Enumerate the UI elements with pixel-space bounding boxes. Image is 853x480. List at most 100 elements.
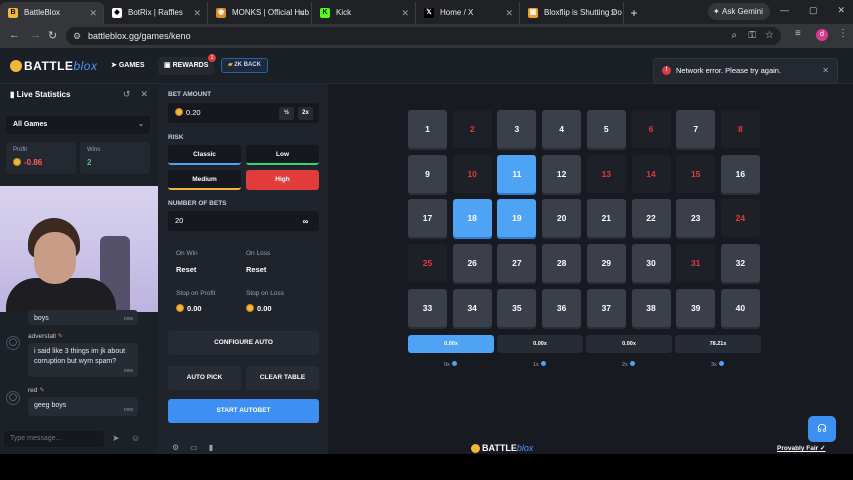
- tab-close-icon[interactable]: ✕: [505, 2, 513, 24]
- on-win-value[interactable]: Reset: [176, 265, 196, 274]
- keno-tile[interactable]: 20: [542, 199, 582, 238]
- keno-tile[interactable]: 21: [586, 199, 626, 238]
- keno-tile[interactable]: 24: [720, 199, 760, 238]
- keno-tile[interactable]: 27: [497, 244, 537, 283]
- keno-tile[interactable]: 16: [720, 154, 760, 193]
- keno-tile[interactable]: 37: [586, 288, 626, 327]
- stop-on-loss-value[interactable]: 0.00: [246, 304, 272, 313]
- auto-pick-button[interactable]: AUTO PICK: [168, 366, 241, 390]
- keno-tile[interactable]: 38: [631, 288, 671, 327]
- ask-gemini-button[interactable]: ✦ Ask Gemini: [708, 3, 770, 20]
- send-icon[interactable]: ➤: [112, 433, 120, 444]
- profile-avatar[interactable]: d: [816, 29, 828, 41]
- browser-tab[interactable]: ▣ Bloxflip is Shutting Do ✕: [520, 2, 624, 24]
- keno-tile[interactable]: 12: [542, 154, 582, 193]
- keno-tile[interactable]: 40: [720, 288, 760, 327]
- games-nav-button[interactable]: ➤ GAMES: [105, 57, 151, 75]
- rakeback-button[interactable]: ▰ 2K BACK: [221, 58, 268, 73]
- close-window-icon[interactable]: ✕: [837, 5, 845, 16]
- keno-tile[interactable]: 2: [452, 110, 492, 148]
- keno-tile[interactable]: 29: [586, 244, 626, 283]
- keno-tile[interactable]: 32: [720, 244, 760, 283]
- keno-tile[interactable]: 36: [542, 288, 582, 327]
- risk-high-button[interactable]: High: [246, 170, 319, 190]
- start-autobet-button[interactable]: START AUTOBET: [168, 399, 319, 423]
- chat-avatar[interactable]: ◯: [6, 336, 20, 350]
- keno-tile[interactable]: 33: [408, 288, 447, 327]
- keno-tile[interactable]: 13: [586, 154, 626, 193]
- reset-stats-icon[interactable]: ↺: [123, 89, 131, 100]
- tab-close-icon[interactable]: ✕: [609, 2, 617, 24]
- bookmark-star-icon[interactable]: ☆: [765, 27, 774, 45]
- key-icon[interactable]: ⚿: [748, 27, 756, 45]
- chat-avatar[interactable]: ◯: [6, 391, 20, 405]
- stop-on-profit-value[interactable]: 0.00: [176, 304, 202, 313]
- keno-tile[interactable]: 30: [631, 244, 671, 283]
- keno-tile[interactable]: 5: [586, 110, 626, 148]
- keno-tile[interactable]: 14: [631, 154, 671, 193]
- keno-tile[interactable]: 35: [497, 288, 537, 327]
- keno-tile[interactable]: 25: [408, 244, 447, 283]
- keno-tile[interactable]: 39: [676, 288, 716, 327]
- half-bet-button[interactable]: ½: [279, 107, 294, 120]
- browser-tab[interactable]: 𝕏 Home / X ✕: [416, 2, 520, 24]
- minimize-icon[interactable]: —: [780, 5, 789, 16]
- configure-auto-button[interactable]: CONFIGURE AUTO: [168, 331, 319, 355]
- chat-username[interactable]: adverstall ✎: [28, 332, 63, 340]
- zoom-icon[interactable]: ⌕: [731, 27, 737, 45]
- keno-tile[interactable]: 18: [452, 199, 492, 238]
- keno-tile[interactable]: 9: [408, 154, 447, 193]
- browser-tab[interactable]: ◆ BotRix | Raffles ✕: [104, 2, 208, 24]
- on-loss-value[interactable]: Reset: [246, 265, 266, 274]
- keno-tile[interactable]: 17: [408, 199, 447, 238]
- keno-tile[interactable]: 19: [497, 199, 537, 238]
- toast-close-icon[interactable]: ✕: [822, 59, 829, 83]
- reload-icon[interactable]: ↻: [48, 29, 57, 42]
- risk-low-button[interactable]: Low: [246, 145, 319, 165]
- keno-tile[interactable]: 1: [408, 110, 447, 148]
- keno-tile[interactable]: 23: [676, 199, 716, 238]
- keno-tile[interactable]: 28: [542, 244, 582, 283]
- browser-tab[interactable]: B BattleBlox ✕: [0, 2, 104, 24]
- new-tab-button[interactable]: +: [624, 2, 644, 24]
- site-logo[interactable]: BATTLEblox: [10, 59, 97, 73]
- number-of-bets-input[interactable]: 20 ∞: [168, 211, 319, 231]
- bet-amount-input[interactable]: 0.20 ½ 2x: [168, 103, 319, 123]
- extensions-icon[interactable]: ≡: [795, 28, 801, 39]
- close-stats-icon[interactable]: ✕: [140, 89, 148, 100]
- keno-tile[interactable]: 31: [676, 244, 716, 283]
- tab-close-icon[interactable]: ✕: [297, 2, 305, 24]
- chat-username[interactable]: red ✎: [28, 386, 45, 394]
- back-icon[interactable]: ←: [9, 29, 20, 41]
- menu-icon[interactable]: ⋮: [838, 28, 848, 39]
- keno-tile[interactable]: 3: [497, 110, 537, 148]
- keno-tile[interactable]: 4: [542, 110, 582, 148]
- stats-chart-icon[interactable]: ▮: [209, 443, 213, 452]
- keno-tile[interactable]: 22: [631, 199, 671, 238]
- tab-close-icon[interactable]: ✕: [193, 2, 201, 24]
- keno-tile[interactable]: 11: [497, 154, 537, 193]
- keno-tile[interactable]: 26: [452, 244, 492, 283]
- emoji-icon[interactable]: ☺: [131, 433, 140, 443]
- keno-tile[interactable]: 7: [676, 110, 716, 148]
- keno-tile[interactable]: 6: [631, 110, 671, 148]
- site-info-icon[interactable]: ⚙: [73, 27, 81, 45]
- clear-table-button[interactable]: CLEAR TABLE: [246, 366, 319, 390]
- browser-tab[interactable]: ◉ MONKS | Official Hub ✕: [208, 2, 312, 24]
- risk-medium-button[interactable]: Medium: [168, 170, 241, 190]
- risk-classic-button[interactable]: Classic: [168, 145, 241, 165]
- support-chat-button[interactable]: ☊: [808, 416, 836, 442]
- provably-fair-link[interactable]: Provably Fair ✓: [777, 444, 825, 452]
- keno-tile[interactable]: 34: [452, 288, 492, 327]
- maximize-icon[interactable]: ▢: [809, 5, 818, 16]
- keno-tile[interactable]: 10: [452, 154, 492, 193]
- rewards-nav-button[interactable]: ▣ REWARDS: [158, 57, 215, 75]
- keno-tile[interactable]: 15: [676, 154, 716, 193]
- forward-icon[interactable]: →: [30, 29, 41, 41]
- tab-close-icon[interactable]: ✕: [401, 2, 409, 24]
- infinity-button[interactable]: ∞: [298, 215, 313, 228]
- theatre-mode-icon[interactable]: ▭: [190, 443, 198, 452]
- game-filter-select[interactable]: All Games ⌄: [6, 116, 150, 134]
- keno-tile[interactable]: 8: [720, 110, 760, 148]
- browser-tab[interactable]: K Kick ✕: [312, 2, 416, 24]
